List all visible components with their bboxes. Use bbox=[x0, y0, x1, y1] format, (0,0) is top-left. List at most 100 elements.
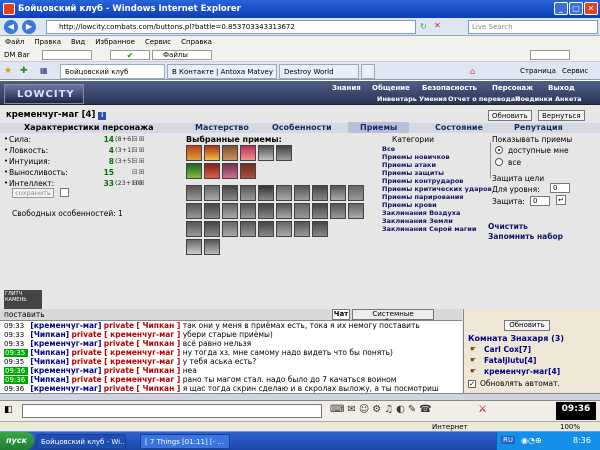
auto-update-checkbox[interactable]: ✓ bbox=[468, 380, 476, 388]
refresh-button[interactable]: Обновить bbox=[488, 110, 532, 121]
save-stats-button[interactable]: сохранить bbox=[12, 188, 54, 198]
system-messages-tab[interactable]: Системные сообщения bbox=[352, 309, 434, 326]
refresh-icon[interactable]: ↻ bbox=[420, 22, 427, 31]
tab-reputation[interactable]: Репутация bbox=[514, 123, 563, 132]
chat-from[interactable]: [Чипкан] bbox=[30, 357, 69, 366]
chat-from[interactable]: [кременчуг-маг] bbox=[30, 384, 101, 393]
nav-skills[interactable]: Умения bbox=[419, 95, 447, 103]
skill-icon[interactable] bbox=[348, 203, 364, 219]
nav-communication[interactable]: Общение bbox=[372, 84, 410, 92]
skill-icon[interactable] bbox=[222, 221, 238, 237]
skill-icon[interactable] bbox=[204, 221, 220, 237]
chat-to[interactable]: [ кременчуг-маг ] bbox=[104, 375, 180, 384]
skill-slot-icon[interactable] bbox=[204, 163, 220, 179]
nav-inventory[interactable]: Инвентарь bbox=[377, 95, 417, 103]
language-indicator[interactable]: RU bbox=[501, 436, 515, 444]
nav-security[interactable]: Безопасность bbox=[422, 84, 477, 92]
skill-icon[interactable] bbox=[294, 185, 310, 201]
skill-icon[interactable] bbox=[186, 203, 202, 219]
chat-to[interactable]: [ Чипкан ] bbox=[136, 339, 180, 348]
chat-menu-icon[interactable]: ◧ bbox=[4, 405, 13, 415]
nav-knowledge[interactable]: Знания bbox=[332, 84, 361, 92]
search-input[interactable]: Live Search bbox=[468, 20, 598, 34]
skill-icon[interactable] bbox=[258, 221, 274, 237]
nav-transfers[interactable]: Отчет о переводах bbox=[448, 95, 519, 103]
chat-to[interactable]: [ кременчуг-маг ] bbox=[104, 348, 180, 357]
skill-slot-icon[interactable] bbox=[222, 145, 238, 161]
chat-tab[interactable]: Чат bbox=[332, 309, 350, 320]
tab-features[interactable]: Особенности bbox=[272, 123, 332, 132]
skill-slot-icon[interactable] bbox=[240, 145, 256, 161]
skill-icon[interactable] bbox=[204, 239, 220, 255]
chat-from[interactable]: [кременчуг-маг] bbox=[30, 339, 101, 348]
chat-to[interactable]: [ Чипкан ] bbox=[136, 366, 180, 375]
skill-icon[interactable] bbox=[186, 185, 202, 201]
stat-plus-minus-icon[interactable]: ⊟⊞ bbox=[132, 135, 146, 143]
chat-to[interactable]: [ кременчуг-маг ] bbox=[104, 357, 180, 366]
tab-techniques[interactable]: Приемы bbox=[348, 122, 410, 133]
room-user[interactable]: кременчуг-маг[4] bbox=[484, 367, 560, 376]
skill-icon[interactable] bbox=[312, 185, 328, 201]
info-icon[interactable]: i bbox=[98, 112, 107, 120]
stat-plus-minus-icon[interactable]: ⊟⊞ bbox=[132, 168, 146, 176]
skill-slot-icon[interactable] bbox=[276, 145, 292, 161]
skill-slot-icon[interactable] bbox=[222, 163, 238, 179]
category-air[interactable]: Заклинания Воздуха bbox=[382, 209, 460, 217]
check-icon[interactable]: ✔ bbox=[110, 50, 150, 60]
chat-from[interactable]: [кременчуг-маг] bbox=[30, 321, 101, 330]
nav-exit[interactable]: Выход bbox=[548, 84, 575, 92]
skill-icon[interactable] bbox=[276, 221, 292, 237]
nav-fights[interactable]: Поединки bbox=[515, 95, 553, 103]
tab-state[interactable]: Состояние bbox=[435, 123, 483, 132]
category-blood[interactable]: Приемы крови bbox=[382, 201, 437, 209]
remember-set-link[interactable]: Запомнить набор bbox=[488, 232, 563, 241]
room-refresh-button[interactable]: Обновить bbox=[504, 320, 550, 331]
skill-icon[interactable] bbox=[330, 185, 346, 201]
enter-arrow-icon[interactable]: ↵ bbox=[556, 195, 566, 205]
minimize-button[interactable]: _ bbox=[554, 2, 568, 15]
favorites-star-icon[interactable]: ★ bbox=[4, 66, 12, 76]
chat-input[interactable] bbox=[22, 404, 322, 418]
user-hand-icon[interactable]: ☛ bbox=[470, 345, 476, 353]
url-input[interactable]: http://lowcity.combats.com/buttons.pl?ba… bbox=[46, 20, 416, 34]
stat-plus-minus-icon[interactable]: ⊟⊞ bbox=[132, 157, 146, 165]
skill-icon[interactable] bbox=[186, 221, 202, 237]
room-user[interactable]: Fataljlutu[4] bbox=[484, 356, 536, 365]
tab-destroy-world[interactable]: Destroy World bbox=[279, 64, 359, 79]
menu-view[interactable]: Вид bbox=[66, 36, 90, 48]
forward-icon[interactable]: ▶ bbox=[22, 20, 36, 34]
skill-icon[interactable] bbox=[312, 221, 328, 237]
dm-input[interactable] bbox=[42, 50, 92, 60]
menu-help[interactable]: Справка bbox=[176, 36, 217, 48]
tab-vkontakte[interactable]: В Контакте | Antoxa Matvey bbox=[167, 64, 277, 79]
room-user[interactable]: Carl Cox[7] bbox=[484, 345, 531, 354]
user-hand-icon[interactable]: ☛ bbox=[470, 367, 476, 375]
radio-available[interactable] bbox=[495, 146, 503, 154]
clear-link[interactable]: Очистить bbox=[488, 222, 528, 231]
stop-icon[interactable]: ✕ bbox=[434, 21, 441, 30]
skill-slot-icon[interactable] bbox=[240, 163, 256, 179]
skill-icon[interactable] bbox=[330, 203, 346, 219]
back-button[interactable]: Вернуться bbox=[538, 110, 585, 121]
chat-to[interactable]: [ кременчуг-маг ] bbox=[104, 330, 180, 339]
chat-to[interactable]: [ Чипкан ] bbox=[136, 384, 180, 393]
category-all[interactable]: Все bbox=[382, 145, 395, 153]
nav-profile[interactable]: Анкета bbox=[555, 95, 582, 103]
tab-mastery[interactable]: Мастерство bbox=[195, 123, 249, 132]
task-ie[interactable]: Бойцовский клуб - Wi... bbox=[36, 434, 126, 449]
category-defense[interactable]: Приемы защиты bbox=[382, 169, 444, 177]
skill-icon[interactable] bbox=[240, 203, 256, 219]
skill-slot-icon[interactable] bbox=[186, 163, 202, 179]
stat-plus-minus-icon[interactable]: ⊟⊞ bbox=[132, 179, 146, 187]
category-earth[interactable]: Заклинания Земли bbox=[382, 217, 453, 225]
skill-icon[interactable] bbox=[258, 203, 274, 219]
category-attack[interactable]: Приемы атаки bbox=[382, 161, 436, 169]
category-grey[interactable]: Заклинания Серой магии bbox=[382, 225, 476, 233]
back-icon[interactable]: ◀ bbox=[4, 20, 18, 34]
page-menu[interactable]: Страница bbox=[520, 67, 556, 75]
new-tab-button[interactable] bbox=[361, 64, 375, 79]
category-critical[interactable]: Приемы критических ударов bbox=[382, 185, 492, 193]
level-select[interactable]: 0 bbox=[550, 183, 570, 193]
tab-fight-club[interactable]: Бойцовский клуб bbox=[60, 64, 165, 79]
tab-list-icon[interactable]: ▦ bbox=[40, 66, 48, 75]
